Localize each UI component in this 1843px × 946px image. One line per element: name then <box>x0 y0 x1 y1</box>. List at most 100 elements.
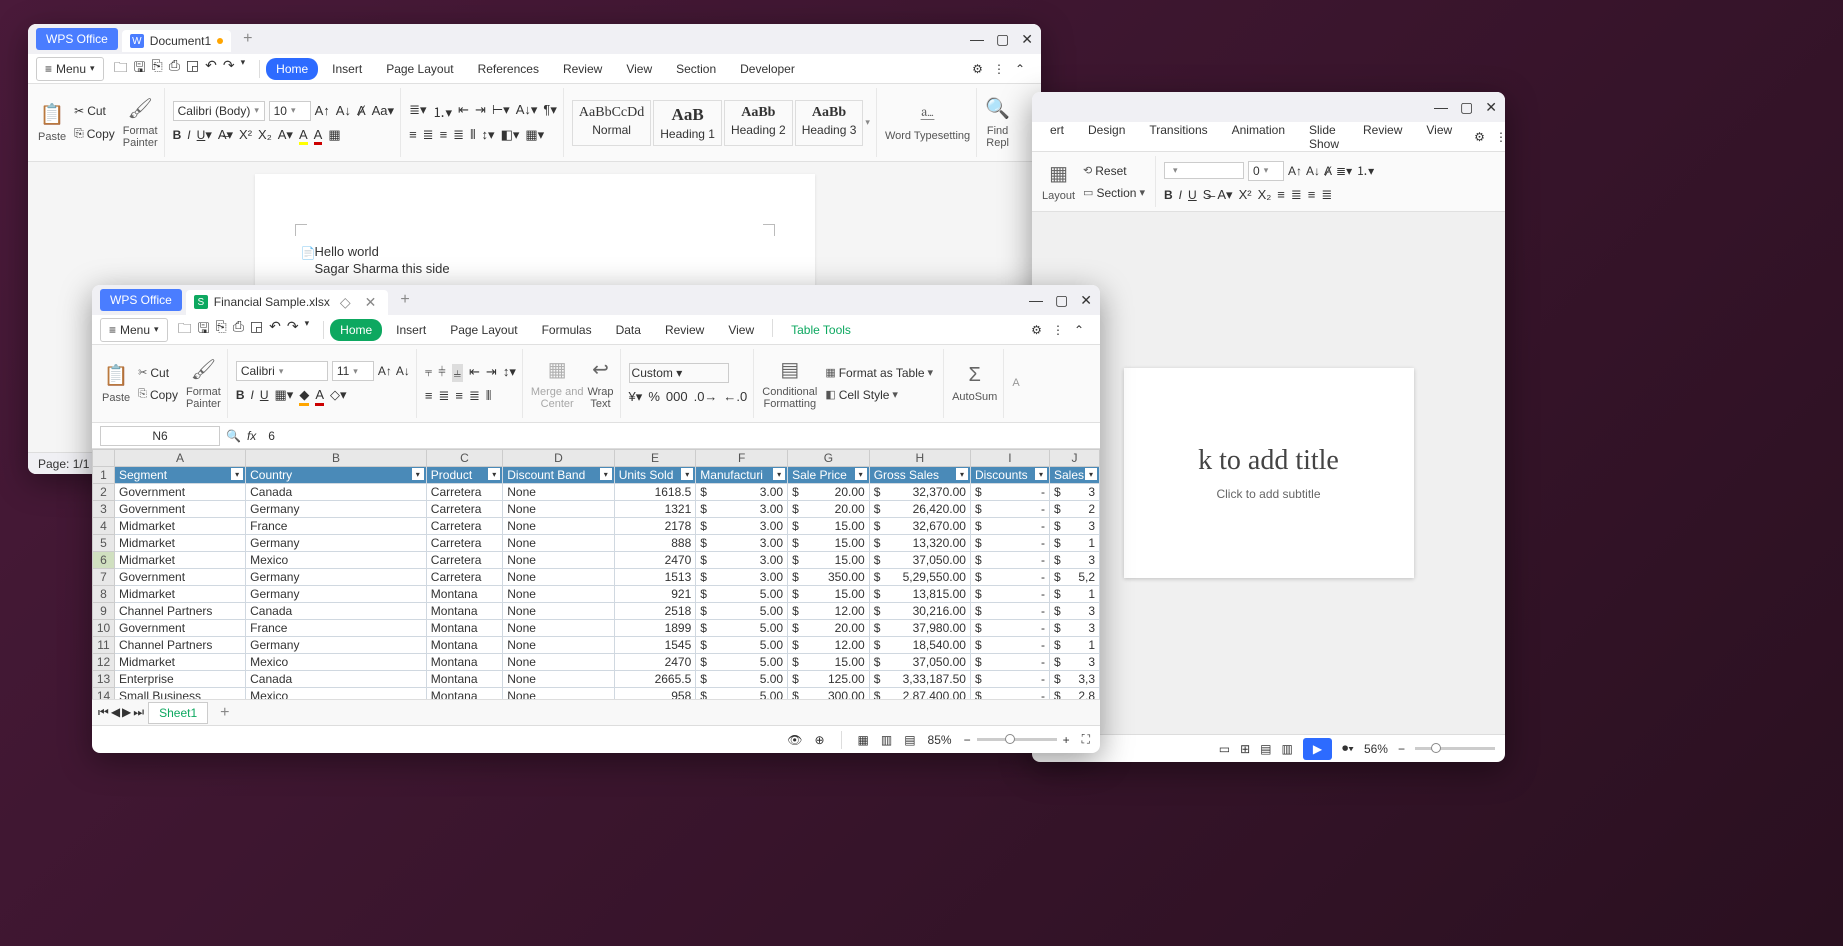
cell[interactable]: $30,216.00 <box>869 603 970 620</box>
cell[interactable]: $- <box>970 654 1049 671</box>
filter-icon[interactable]: ▾ <box>855 468 867 480</box>
col-header[interactable]: G <box>788 450 870 467</box>
font-size-select[interactable]: 10▾ <box>269 101 311 121</box>
cell[interactable]: 1545 <box>614 637 696 654</box>
zoom-out-button[interactable]: − <box>1398 742 1405 756</box>
cell-reference-box[interactable]: N6 <box>100 426 220 446</box>
font-color-icon[interactable]: A▾ <box>1217 187 1232 203</box>
align-right-icon[interactable]: ≡ <box>1308 187 1316 203</box>
more-icon[interactable]: ⋮ <box>1495 130 1505 144</box>
row-header[interactable]: 6 <box>93 552 115 569</box>
cell[interactable]: Midmarket <box>115 518 246 535</box>
row-header[interactable]: 13 <box>93 671 115 688</box>
autosum-icon[interactable]: Σ <box>969 364 981 387</box>
orientation-icon[interactable]: ↕▾ <box>503 364 516 382</box>
sheet-grid[interactable]: ABCDEFGHIJ1Segment▾Country▾Product▾Disco… <box>92 449 1100 699</box>
subscript-icon[interactable]: X₂ <box>258 127 272 145</box>
more-icon[interactable]: ⋮ <box>993 62 1005 76</box>
cell[interactable]: $125.00 <box>788 671 870 688</box>
subscript-icon[interactable]: X₂ <box>1258 187 1272 203</box>
shrink-font-icon[interactable]: A↓ <box>1306 164 1320 178</box>
style-normal[interactable]: AaBbCcDdNormal <box>572 100 651 146</box>
borders-icon[interactable]: ▦▾ <box>525 127 544 143</box>
sort-icon[interactable]: A↓▾ <box>516 102 538 121</box>
close-button[interactable]: ✕ <box>1080 292 1092 309</box>
cell[interactable]: Midmarket <box>115 654 246 671</box>
cell[interactable]: $5.00 <box>696 620 788 637</box>
print-icon[interactable]: ⎙ <box>169 57 180 81</box>
cell[interactable]: France <box>246 620 427 637</box>
tab-review[interactable]: Review <box>1353 119 1412 155</box>
cell[interactable]: Montana <box>426 637 502 654</box>
collapse-ribbon-icon[interactable]: ⌃ <box>1074 323 1084 337</box>
cell[interactable]: $20.00 <box>788 501 870 518</box>
cell[interactable]: Montana <box>426 586 502 603</box>
grow-font-icon[interactable]: A↑ <box>1288 164 1302 178</box>
col-header[interactable]: J <box>1049 450 1099 467</box>
cell[interactable]: $37,050.00 <box>869 552 970 569</box>
cell-style-button[interactable]: ◧ Cell Style▾ <box>821 386 937 404</box>
font-name-select[interactable]: Calibri (Body)▾ <box>173 101 265 121</box>
cell[interactable]: Midmarket <box>115 586 246 603</box>
borders-icon[interactable]: ▦▾ <box>275 387 294 406</box>
undo-icon[interactable]: ↶ <box>269 318 281 342</box>
cell[interactable]: $5.00 <box>696 671 788 688</box>
align-left-icon[interactable]: ≡ <box>1277 187 1285 203</box>
cut-button[interactable]: ✂Cut <box>134 364 182 382</box>
tab-transitions[interactable]: Transitions <box>1139 119 1217 155</box>
cell[interactable]: $13,320.00 <box>869 535 970 552</box>
decrease-indent-icon[interactable]: ⇤ <box>469 364 480 382</box>
cell[interactable]: 2470 <box>614 552 696 569</box>
justify-icon[interactable]: ≣ <box>453 127 464 143</box>
bold-icon[interactable]: B <box>236 387 245 406</box>
cell[interactable]: $20.00 <box>788 484 870 501</box>
italic-icon[interactable]: I <box>251 387 254 406</box>
shrink-font-icon[interactable]: A↓ <box>336 103 351 119</box>
inc-decimal-icon[interactable]: .0→ <box>694 389 718 405</box>
paste-icon[interactable]: 📋 <box>104 363 129 388</box>
cell[interactable]: 2470 <box>614 654 696 671</box>
cell[interactable]: $- <box>970 688 1049 700</box>
cell[interactable]: None <box>503 654 614 671</box>
cell[interactable]: $13,815.00 <box>869 586 970 603</box>
filter-icon[interactable]: ▾ <box>1085 468 1097 480</box>
cell[interactable]: None <box>503 484 614 501</box>
tab-view[interactable]: View <box>616 58 662 80</box>
cell[interactable]: $- <box>970 620 1049 637</box>
row-header[interactable]: 7 <box>93 569 115 586</box>
cell[interactable]: Canada <box>246 671 427 688</box>
cell[interactable]: $- <box>970 586 1049 603</box>
cell[interactable]: Government <box>115 620 246 637</box>
cell[interactable]: $- <box>970 603 1049 620</box>
cell[interactable]: $1 <box>1049 637 1099 654</box>
cell[interactable]: Enterprise <box>115 671 246 688</box>
cell[interactable]: $3.00 <box>696 552 788 569</box>
style-heading3[interactable]: AaBbHeading 3 <box>795 100 864 146</box>
cell[interactable]: $3,33,187.50 <box>869 671 970 688</box>
row-header[interactable]: 5 <box>93 535 115 552</box>
cell[interactable]: $12.00 <box>788 603 870 620</box>
table-header-cell[interactable]: Product▾ <box>426 467 502 484</box>
valign-bot-icon[interactable]: ⫨ <box>452 364 463 382</box>
save-icon[interactable]: 🖫 <box>198 318 210 342</box>
cell[interactable]: 2518 <box>614 603 696 620</box>
cell[interactable]: 921 <box>614 586 696 603</box>
cell[interactable]: Carretera <box>426 501 502 518</box>
superscript-icon[interactable]: X² <box>1239 187 1252 203</box>
cell[interactable]: France <box>246 518 427 535</box>
cell[interactable]: $350.00 <box>788 569 870 586</box>
filter-icon[interactable]: ▾ <box>231 468 243 480</box>
zoom-out-button[interactable]: − <box>964 733 971 747</box>
format-painter-icon[interactable]: 🖌 <box>191 357 216 382</box>
prev-sheet-icon[interactable]: ◀ <box>111 705 120 720</box>
border-shading-icon[interactable]: ▦ <box>328 127 340 145</box>
cell[interactable]: 1618.5 <box>614 484 696 501</box>
cell[interactable]: $15.00 <box>788 654 870 671</box>
cell[interactable]: $32,370.00 <box>869 484 970 501</box>
minimize-button[interactable]: — <box>1434 99 1448 116</box>
cell[interactable]: Government <box>115 484 246 501</box>
italic-icon[interactable]: I <box>187 127 190 145</box>
col-header[interactable]: C <box>426 450 502 467</box>
tab-data[interactable]: Data <box>606 319 651 341</box>
font-name-select[interactable]: ▾ <box>1164 162 1244 179</box>
